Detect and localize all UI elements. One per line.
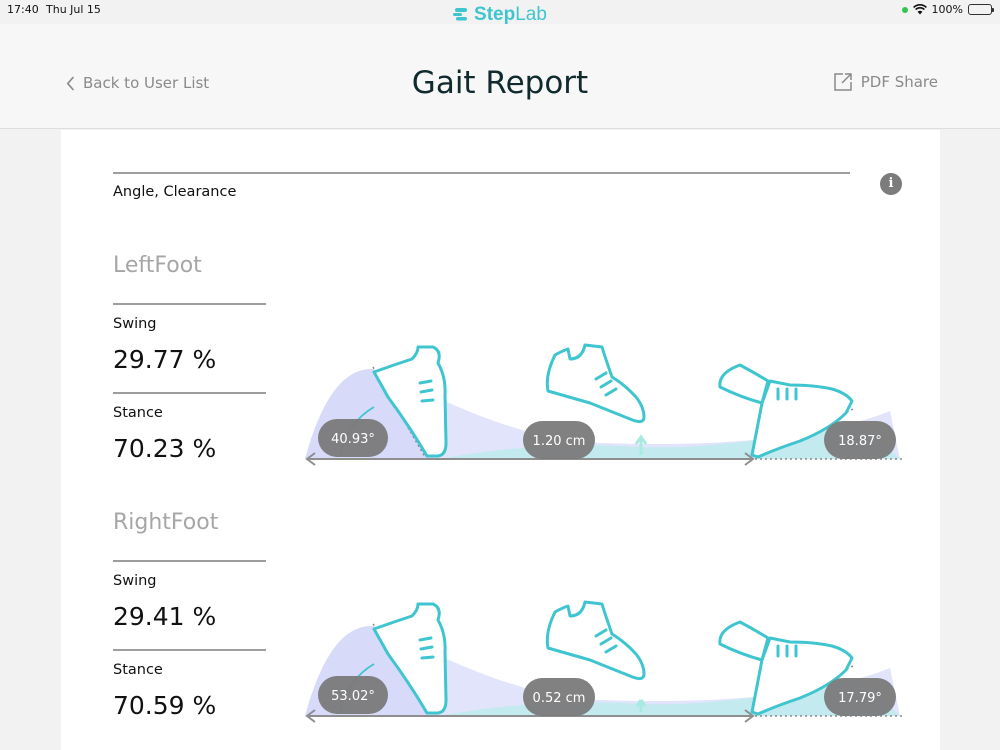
section-subtitle: Angle, Clearance: [113, 184, 237, 200]
right-foot-section: RightFoot Swing 29.41 % Stance 70.59 % 5…: [61, 510, 940, 740]
divider: [113, 560, 266, 562]
share-label: PDF Share: [860, 73, 938, 91]
stance-label: Stance: [113, 662, 163, 678]
pdf-share-button[interactable]: PDF Share: [833, 72, 938, 92]
gait-diagram-left: 40.93° 1.20 cm 18.87°: [305, 343, 903, 466]
divider: [113, 392, 266, 394]
heel-angle-value: 40.93°: [331, 432, 375, 447]
stance-value: 70.23 %: [113, 434, 217, 463]
navigation-bar: Back to User List Gait Report PDF Share: [0, 24, 1000, 129]
toe-angle-pill: 18.87°: [824, 421, 896, 459]
clearance-value: 0.52 cm: [533, 691, 586, 706]
section-divider: [113, 172, 850, 174]
clearance-pill: 0.52 cm: [523, 678, 595, 716]
divider: [113, 649, 266, 651]
divider: [113, 303, 266, 305]
steplab-logo-icon: [453, 8, 468, 21]
stance-label: Stance: [113, 405, 163, 421]
foot-name-right: RightFoot: [113, 510, 219, 535]
brand-step: Step: [474, 4, 516, 25]
toe-angle-value: 18.87°: [838, 434, 882, 449]
brand-lab: Lab: [515, 4, 547, 25]
heel-angle-value: 53.02°: [331, 689, 375, 704]
toe-angle-value: 17.79°: [838, 691, 882, 706]
share-icon: [833, 73, 852, 91]
clearance-pill: 1.20 cm: [523, 421, 595, 459]
toe-angle-pill: 17.79°: [824, 678, 896, 716]
heel-angle-pill: 53.02°: [318, 676, 388, 714]
stance-value: 70.59 %: [113, 691, 217, 720]
shoe-mid-swing-icon: [545, 343, 646, 424]
clearance-value: 1.20 cm: [533, 434, 586, 449]
swing-value: 29.77 %: [113, 345, 217, 374]
heel-angle-pill: 40.93°: [318, 419, 388, 457]
gait-diagram-right: 53.02° 0.52 cm 17.79°: [305, 600, 903, 723]
swing-label: Swing: [113, 573, 157, 589]
app-logo: StepLab: [0, 4, 1000, 26]
left-foot-section: LeftFoot Swing 29.77 % Stance 70.23 % 40…: [61, 253, 940, 483]
swing-value: 29.41 %: [113, 602, 217, 631]
shoe-mid-swing-icon: [545, 600, 646, 681]
info-icon[interactable]: i: [880, 173, 902, 195]
foot-name-left: LeftFoot: [113, 253, 202, 278]
swing-label: Swing: [113, 316, 157, 332]
report-card: Angle, Clearance i LeftFoot Swing 29.77 …: [61, 130, 940, 750]
